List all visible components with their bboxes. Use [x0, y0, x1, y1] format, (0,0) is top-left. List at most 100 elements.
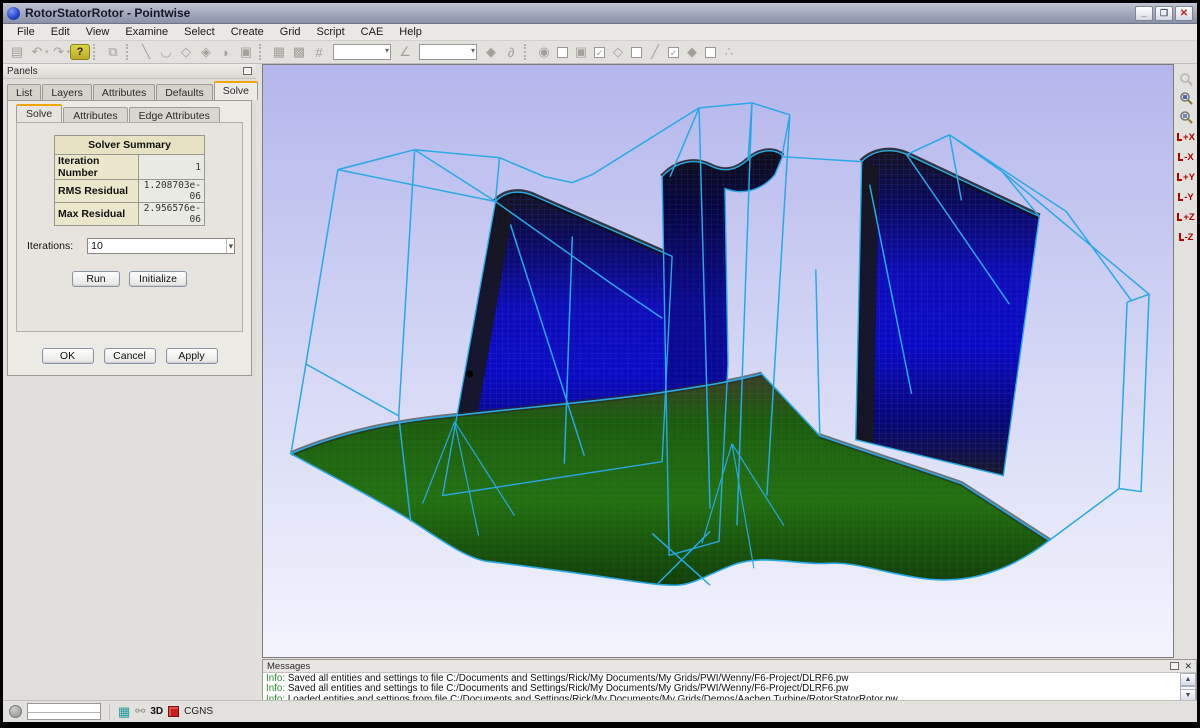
close-button[interactable]: ✕: [1175, 6, 1193, 21]
title-bar: RotorStatorRotor - Pointwise _ ❐ ✕: [3, 3, 1197, 24]
initialize-button[interactable]: Initialize: [129, 271, 187, 287]
connector-checkbox[interactable]: ✓: [668, 47, 679, 58]
mask-checkbox[interactable]: [557, 47, 568, 58]
close-messages-icon[interactable]: ✕: [1184, 661, 1192, 672]
solver-summary-title: Solver Summary: [55, 136, 205, 155]
structured-domain-icon[interactable]: ◈: [196, 43, 216, 62]
tab-edge-attributes[interactable]: Edge Attributes: [129, 107, 220, 122]
toolbar-separator: [524, 44, 531, 60]
domain-visibility-icon[interactable]: ◇: [608, 43, 628, 62]
dimension-combo[interactable]: [333, 44, 391, 60]
turbine-mesh-rendering: [263, 65, 1173, 657]
undo-icon[interactable]: ↶: [27, 43, 47, 62]
curve-tool-icon[interactable]: ◡: [156, 43, 176, 62]
dimension-indicator: 3D: [150, 706, 163, 717]
scroll-up-icon[interactable]: ▲: [1180, 673, 1196, 686]
zoom-actual-icon[interactable]: [1177, 108, 1195, 127]
tab-solve-inner[interactable]: Solve: [16, 104, 62, 122]
redo-icon[interactable]: ↷: [49, 43, 69, 62]
tab-defaults[interactable]: Defaults: [156, 84, 213, 100]
menu-cae[interactable]: CAE: [353, 25, 392, 39]
statusbar-separator: [109, 704, 110, 720]
database-tool-icon[interactable]: ◗: [216, 43, 236, 62]
cancel-button[interactable]: Cancel: [104, 348, 156, 364]
selected-point: [466, 370, 473, 377]
structured-grid-icon[interactable]: ▦: [269, 43, 289, 62]
restore-button[interactable]: ❐: [1155, 6, 1173, 21]
menu-grid[interactable]: Grid: [272, 25, 309, 39]
database-visibility-icon[interactable]: ◆: [682, 43, 702, 62]
zoom-fit-icon[interactable]: [1177, 89, 1195, 108]
viewport-3d-scene[interactable]: [262, 64, 1174, 658]
view-plus-z-button[interactable]: +Z: [1176, 207, 1196, 227]
menu-examine[interactable]: Examine: [117, 25, 176, 39]
minimize-button[interactable]: _: [1135, 6, 1153, 21]
table-row: Iteration Number 1: [55, 155, 205, 180]
progress-field: [27, 703, 101, 720]
tab-list[interactable]: List: [7, 84, 41, 100]
domain-checkbox[interactable]: [631, 47, 642, 58]
menu-help[interactable]: Help: [391, 25, 430, 39]
float-panel-icon[interactable]: [243, 67, 252, 75]
row-label: RMS Residual: [55, 180, 139, 203]
view-minus-y-button[interactable]: -Y: [1176, 187, 1196, 207]
connector-tool-icon[interactable]: ╲: [136, 43, 156, 62]
tab-attributes[interactable]: Attributes: [93, 84, 155, 100]
tab-solve[interactable]: Solve: [214, 81, 258, 100]
angle-combo[interactable]: [419, 44, 477, 60]
status-led-icon: [9, 705, 22, 718]
menu-edit[interactable]: Edit: [43, 25, 78, 39]
view-plus-y-button[interactable]: +Y: [1176, 167, 1196, 187]
app-window: RotorStatorRotor - Pointwise _ ❐ ✕ File …: [3, 3, 1197, 722]
dialog-buttons-row: OK Cancel Apply: [8, 348, 251, 364]
grid-type-icon: ▦: [118, 705, 130, 718]
cae-indicator: CGNS: [184, 706, 213, 717]
row-value: 2.956576e-06: [139, 203, 205, 226]
menu-select[interactable]: Select: [176, 25, 223, 39]
solver-cube-icon: [168, 706, 179, 717]
boundary-icon[interactable]: ∂: [501, 43, 521, 62]
spacing-icon[interactable]: ◆: [481, 43, 501, 62]
ok-button[interactable]: OK: [42, 348, 94, 364]
menu-script[interactable]: Script: [309, 25, 353, 39]
tab-layers[interactable]: Layers: [42, 84, 92, 100]
zoom-icon[interactable]: [1177, 70, 1195, 89]
block-checkbox[interactable]: ✓: [594, 47, 605, 58]
menu-create[interactable]: Create: [223, 25, 272, 39]
row-label: Iteration Number: [55, 155, 139, 180]
window-title: RotorStatorRotor - Pointwise: [25, 6, 1133, 20]
iterations-label: Iterations:: [27, 240, 73, 252]
save-icon[interactable]: ▤: [7, 43, 27, 62]
messages-scrollbar[interactable]: ▲ ▼: [1180, 673, 1196, 702]
status-bar: ▦ ⚯ 3D CGNS: [3, 700, 1197, 722]
apply-button[interactable]: Apply: [166, 348, 218, 364]
help-icon[interactable]: ?: [70, 44, 90, 60]
layer-stack-icon[interactable]: ⧉: [103, 43, 123, 62]
domain-tool-icon[interactable]: ◇: [176, 43, 196, 62]
view-plus-x-button[interactable]: +X: [1176, 127, 1196, 147]
mask-icon[interactable]: ◉: [534, 43, 554, 62]
block-tool-icon[interactable]: ▣: [236, 43, 256, 62]
menu-view[interactable]: View: [78, 25, 118, 39]
points-icon[interactable]: ∴: [719, 43, 739, 62]
float-messages-icon[interactable]: [1170, 662, 1179, 670]
app-icon: [7, 7, 20, 20]
toolbar-separator: [93, 44, 100, 60]
iterations-combo[interactable]: 10: [87, 238, 235, 254]
row-value: 1.208703e-06: [139, 180, 205, 203]
run-button[interactable]: Run: [72, 271, 120, 287]
database-checkbox[interactable]: [705, 47, 716, 58]
tab-attributes-inner[interactable]: Attributes: [63, 107, 127, 122]
connector-visibility-icon[interactable]: ╱: [645, 43, 665, 62]
panels-title: Panels: [7, 66, 243, 77]
angle-icon: ∠: [395, 43, 415, 62]
menu-file[interactable]: File: [9, 25, 43, 39]
view-minus-z-button[interactable]: -Z: [1176, 227, 1196, 247]
block-visibility-icon[interactable]: ▣: [571, 43, 591, 62]
main-toolbar: ▤ ↶▾ ↷▾ ? ⧉ ╲ ◡ ◇ ◈ ◗ ▣ ▦ ▩ # ∠ ◆ ∂ ◉ ▣ …: [3, 41, 1197, 64]
unstructured-grid-icon[interactable]: ▩: [289, 43, 309, 62]
view-minus-x-button[interactable]: -X: [1176, 147, 1196, 167]
screen: RotorStatorRotor - Pointwise _ ❐ ✕ File …: [0, 0, 1200, 728]
row-label: Max Residual: [55, 203, 139, 226]
panels-header: Panels: [3, 64, 256, 79]
